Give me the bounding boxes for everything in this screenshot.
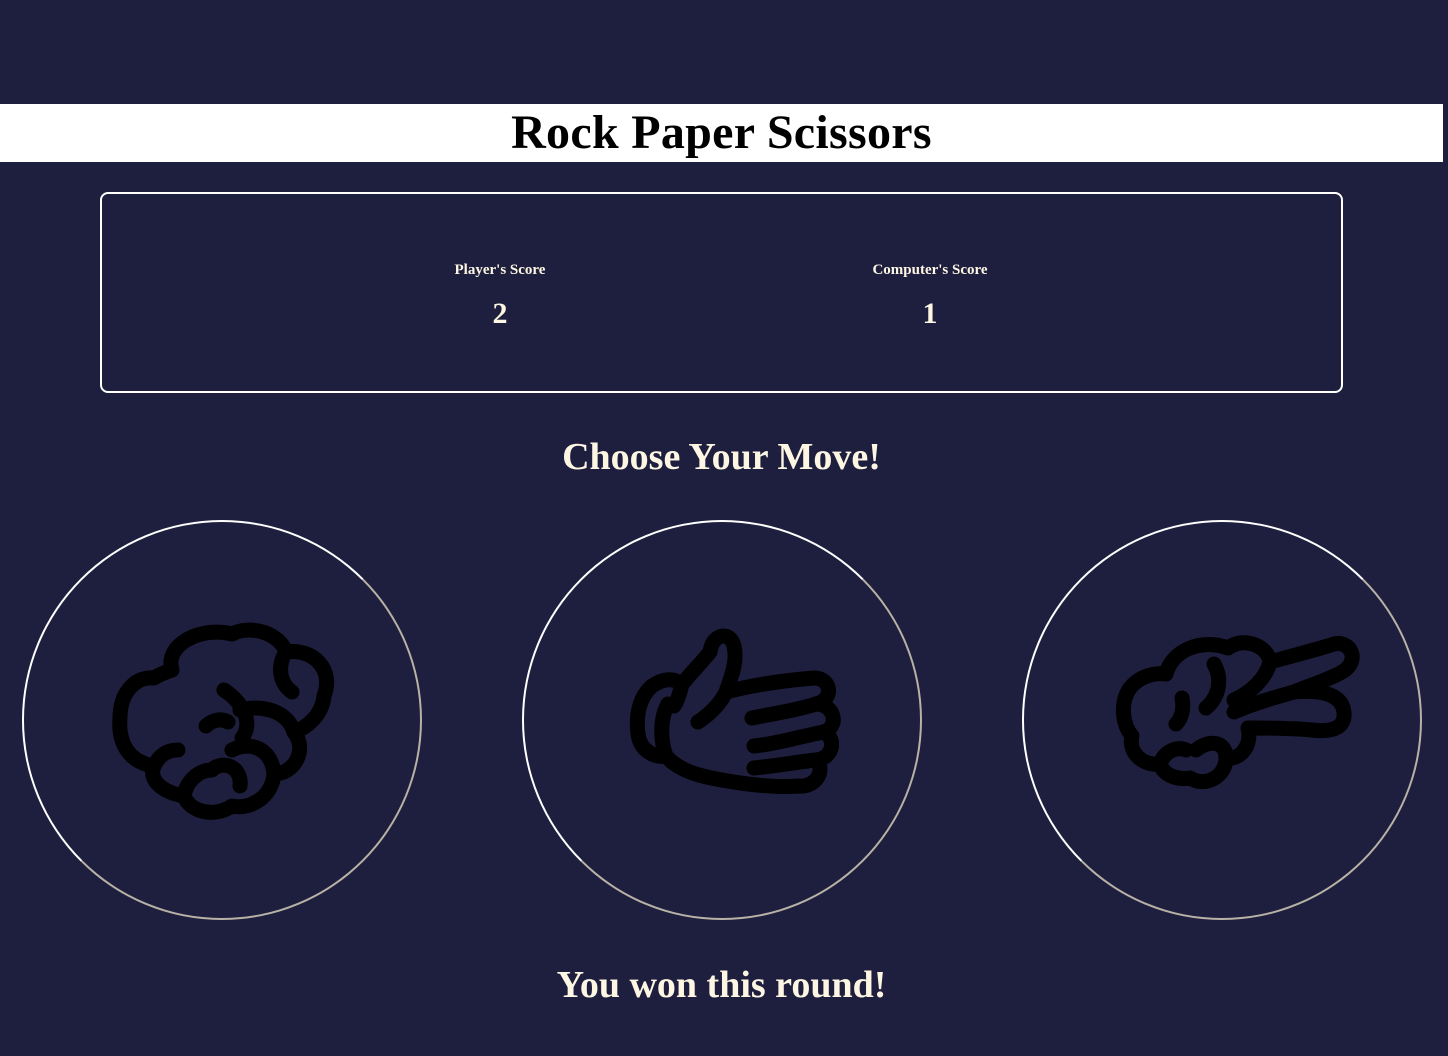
scoreboard: Player's Score 2 Computer's Score 1 bbox=[100, 192, 1343, 393]
game-page: Rock Paper Scissors Player's Score 2 Com… bbox=[0, 0, 1448, 1056]
computer-score-panel: Computer's Score 1 bbox=[820, 260, 1040, 330]
player-score-value: 2 bbox=[492, 297, 508, 330]
computer-score-label: Computer's Score bbox=[872, 262, 988, 278]
round-result-message: You won this round! bbox=[556, 964, 887, 1006]
paper-hand-icon bbox=[629, 628, 841, 795]
title-bar: Rock Paper Scissors bbox=[0, 104, 1443, 162]
rock-button[interactable] bbox=[22, 520, 422, 920]
computer-score-value: 1 bbox=[922, 297, 938, 330]
paper-button[interactable] bbox=[522, 520, 922, 920]
page-title: Rock Paper Scissors bbox=[511, 106, 932, 159]
player-score-panel: Player's Score 2 bbox=[390, 260, 610, 330]
scissors-hand-icon bbox=[1116, 635, 1360, 790]
choose-move-heading: Choose Your Move! bbox=[562, 436, 881, 478]
rock-hand-icon bbox=[112, 622, 335, 820]
player-score-label: Player's Score bbox=[454, 262, 546, 278]
scissors-button[interactable] bbox=[1022, 520, 1422, 920]
